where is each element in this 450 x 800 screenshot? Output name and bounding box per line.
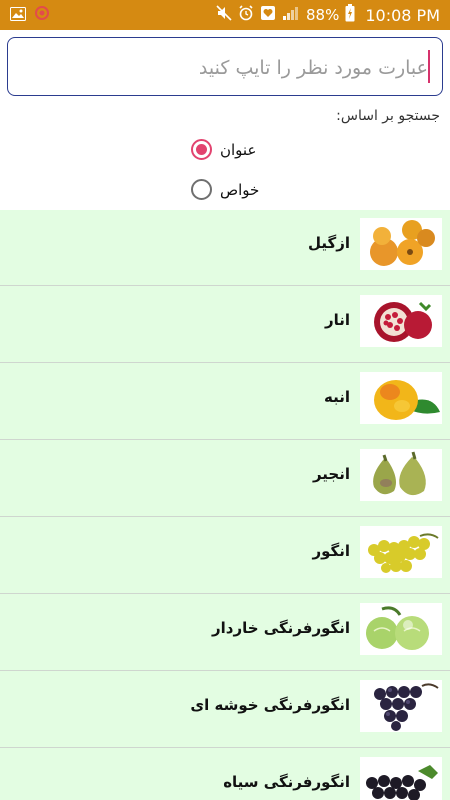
list-item[interactable]: انجیر	[0, 441, 450, 517]
battery-charging-icon	[345, 4, 355, 26]
pomegranate-image	[360, 295, 442, 347]
signal-icon	[282, 5, 300, 25]
medlar-fruit-image	[360, 218, 442, 270]
grapes-image	[360, 526, 442, 578]
battery-percent: 88%	[306, 6, 340, 24]
radio-option-title[interactable]: عنوان	[191, 139, 256, 160]
radio-label-properties: خواص	[220, 180, 260, 199]
status-left	[10, 5, 50, 25]
list-item[interactable]: انار	[0, 287, 450, 363]
item-label: انار	[324, 311, 350, 329]
list-item[interactable]: انگورفرنگی خاردار	[0, 595, 450, 671]
search-box[interactable]	[7, 37, 443, 96]
black-grapes-image	[360, 680, 442, 732]
list-item[interactable]: انگورفرنگی خوشه ای	[0, 672, 450, 748]
list-item[interactable]: انگور	[0, 518, 450, 594]
item-label: انبه	[324, 388, 350, 406]
search-by-label: جستجو بر اساس:	[336, 108, 440, 124]
status-right: 88% 10:08 PM	[216, 4, 440, 26]
alarm-icon	[238, 5, 254, 25]
item-label: ازگیل	[307, 234, 350, 252]
radio-button-title[interactable]	[191, 139, 212, 160]
gallery-icon	[10, 6, 26, 25]
clock: 10:08 PM	[365, 5, 440, 25]
list-item[interactable]: ازگیل	[0, 210, 450, 286]
list-item[interactable]: انبه	[0, 364, 450, 440]
status-bar: 88% 10:08 PM	[0, 0, 450, 30]
item-label: انگورفرنگی سیاه	[223, 773, 350, 791]
search-input[interactable]	[18, 52, 430, 84]
item-label: انگور	[312, 542, 350, 560]
fruit-list[interactable]: ازگیل انار انبه انجیر انگور انگورفرنگی خ…	[0, 210, 450, 800]
mango-image	[360, 372, 442, 424]
item-label: انگورفرنگی خوشه ای	[190, 696, 350, 714]
notification-icon	[34, 5, 50, 25]
blackcurrant-image	[360, 757, 442, 800]
text-cursor	[428, 50, 430, 83]
radio-option-properties[interactable]: خواص	[191, 179, 259, 200]
radio-label-title: عنوان	[220, 140, 257, 159]
gooseberry-image	[360, 603, 442, 655]
fig-image	[360, 449, 442, 501]
heart-icon	[260, 5, 276, 25]
item-label: انجیر	[312, 465, 350, 483]
list-item[interactable]: انگورفرنگی سیاه	[0, 749, 450, 800]
item-label: انگورفرنگی خاردار	[212, 619, 350, 637]
radio-button-properties[interactable]	[191, 179, 212, 200]
mute-icon	[216, 5, 232, 25]
